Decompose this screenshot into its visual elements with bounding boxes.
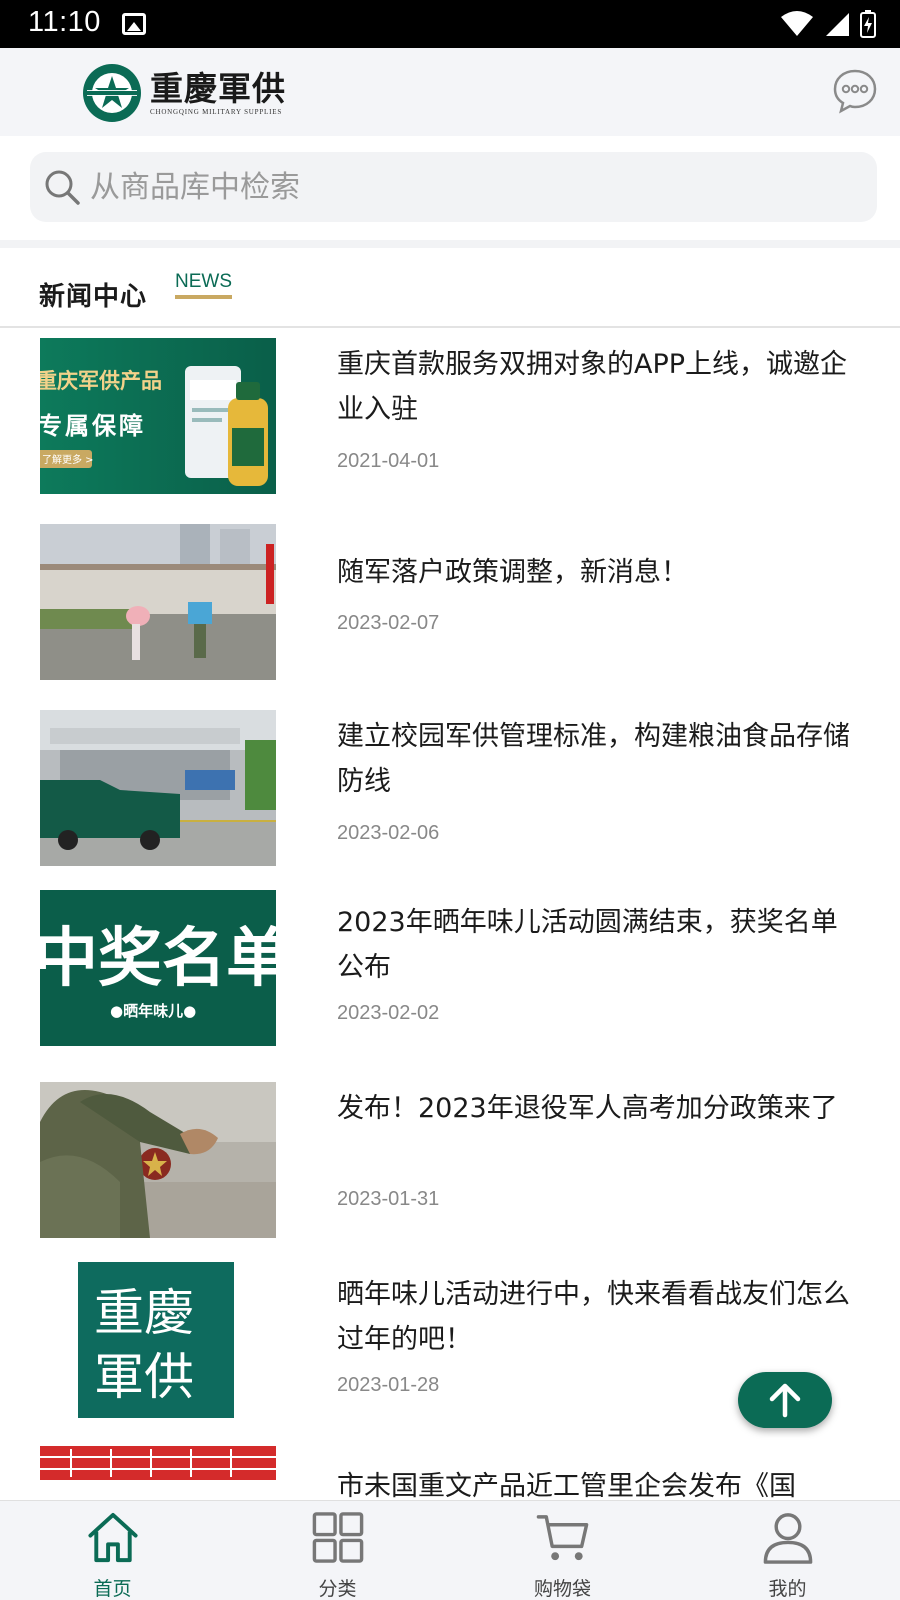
nav-category[interactable]: 分类 (225, 1501, 450, 1600)
bottom-navigation: 首页 分类 购物袋 我的 (0, 1500, 900, 1600)
status-bar: 11:10 (0, 0, 900, 48)
news-thumbnail (40, 1446, 276, 1500)
thumb-banner-headline: 专属保障 (40, 412, 146, 440)
news-title: 晒年味儿活动进行中，快来看看战友们怎么过年的吧！ (337, 1279, 850, 1355)
thumb-banner-link: 了解更多 > (42, 453, 94, 466)
search-section (0, 136, 900, 242)
nav-home-label: 首页 (93, 1578, 132, 1600)
news-title: 随军落户政策调整，新消息！ (337, 557, 688, 588)
news-date: 2023-02-07 (337, 612, 440, 634)
news-list: 重庆军供产品 专属保障 了解更多 > 重庆首款服务双拥对象的APP上线，诚邀企业… (0, 330, 900, 1500)
news-item[interactable]: 发布！2023年退役军人高考加分政策来了 2023-01-31 (0, 1074, 900, 1260)
news-title: 发布！2023年退役军人高考加分政策来了 (337, 1093, 838, 1124)
news-thumbnail (40, 710, 276, 866)
news-section-header: 新闻中心 NEWS (0, 248, 900, 328)
back-to-top-button[interactable] (738, 1372, 832, 1428)
thumb-logo-text: 重慶 (94, 1284, 194, 1342)
arrow-up-icon (769, 1383, 801, 1418)
news-item[interactable]: 建立校园军供管理标准，构建粮油食品存储防线 2023-02-06 (0, 702, 900, 888)
news-date: 2023-01-31 (337, 1188, 440, 1210)
cart-icon (536, 1515, 588, 1561)
nav-home[interactable]: 首页 (0, 1501, 225, 1600)
news-item[interactable]: 中奖名单 ●晒年味儿● 2023年晒年味儿活动圆满结束，获奖名单公布 2023-… (0, 888, 900, 1074)
news-title: 建立校园军供管理标准，构建粮油食品存储防线 (337, 721, 850, 797)
section-divider (0, 240, 900, 248)
news-title: 2023年晒年味儿活动圆满结束，获奖名单公布 (337, 907, 838, 983)
news-date: 2023-01-28 (337, 1374, 440, 1396)
search-bar[interactable] (30, 152, 877, 222)
news-item[interactable]: 重庆军供产品 专属保障 了解更多 > 重庆首款服务双拥对象的APP上线，诚邀企业… (0, 330, 900, 516)
grid-icon (312, 1512, 363, 1563)
image-notification-icon (122, 13, 146, 35)
news-thumbnail: 中奖名单 ●晒年味儿● (40, 890, 276, 1046)
news-date: 2023-02-02 (337, 1002, 440, 1024)
news-item[interactable]: 市未国重文产品近工管里企会发布《国 (0, 1446, 900, 1500)
nav-profile[interactable]: 我的 (675, 1501, 900, 1600)
wifi-icon (781, 11, 813, 36)
battery-icon (860, 10, 876, 38)
search-icon (45, 170, 80, 205)
signal-icon (826, 13, 849, 36)
news-item[interactable]: 随军落户政策调整，新消息！ 2023-02-07 (0, 516, 900, 702)
home-icon (87, 1512, 138, 1563)
news-date: 2023-02-06 (337, 822, 440, 844)
news-section-title: 新闻中心 (39, 282, 148, 312)
logo-subtitle: CHONGQING MILITARY SUPPLIES (150, 108, 283, 116)
message-icon[interactable] (832, 68, 878, 114)
thumb-logo-text: 軍供 (94, 1348, 194, 1406)
logo-emblem-icon (83, 64, 141, 122)
brand-logo[interactable]: 重慶軍供 CHONGQING MILITARY SUPPLIES (82, 62, 286, 124)
thumb-banner-text: ●晒年味儿● (110, 1002, 196, 1020)
nav-category-label: 分类 (318, 1578, 357, 1600)
person-icon (763, 1513, 812, 1564)
news-thumbnail: 重慶 軍供 (40, 1262, 276, 1418)
nav-cart[interactable]: 购物袋 (450, 1501, 675, 1600)
nav-profile-label: 我的 (768, 1578, 807, 1600)
nav-cart-label: 购物袋 (533, 1578, 591, 1600)
app-header: 重慶軍供 CHONGQING MILITARY SUPPLIES (0, 48, 900, 136)
news-title: 市未国重文产品近工管里企会发布《国 (337, 1471, 796, 1500)
news-thumbnail (40, 1082, 276, 1238)
status-time: 11:10 (28, 6, 101, 38)
news-thumbnail: 重庆军供产品 专属保障 了解更多 > (40, 338, 276, 494)
news-title: 重庆首款服务双拥对象的APP上线，诚邀企业入驻 (337, 349, 848, 425)
logo-title: 重慶軍供 (150, 69, 286, 108)
news-date: 2021-04-01 (337, 450, 440, 472)
thumb-banner-text: 重庆军供产品 (40, 369, 162, 393)
thumb-banner-headline: 中奖名单 (40, 922, 276, 996)
news-thumbnail (40, 524, 276, 680)
news-section-title-en: NEWS (175, 272, 232, 299)
search-input[interactable] (90, 169, 790, 205)
